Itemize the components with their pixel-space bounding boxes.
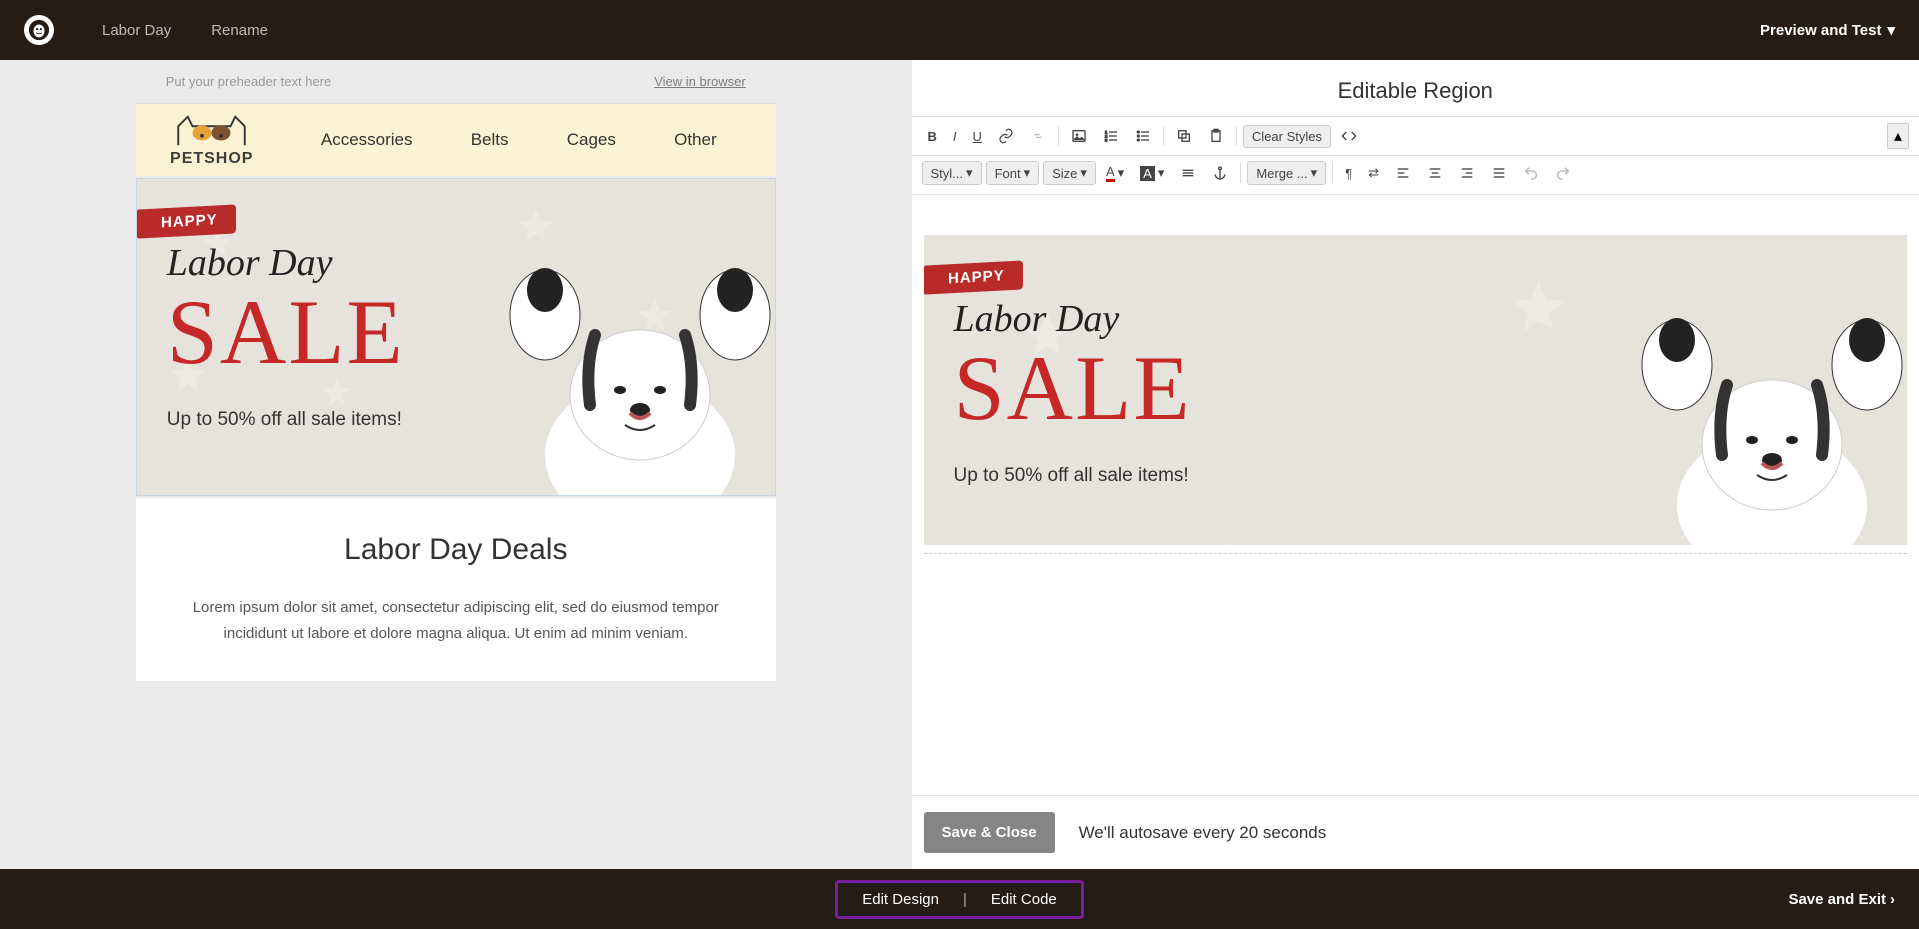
hr-icon[interactable]	[1174, 161, 1202, 185]
italic-button[interactable]: I	[947, 125, 963, 148]
bullet-list-icon[interactable]	[1129, 124, 1157, 148]
bg-color-icon[interactable]: A ▾	[1134, 161, 1170, 185]
redo-icon[interactable]	[1549, 161, 1577, 185]
hero-block-preview[interactable]: HAPPY Labor Day SALE Up to 50% off all s…	[136, 178, 776, 496]
main-split: Put your preheader text here View in bro…	[0, 60, 1919, 869]
align-justify-icon[interactable]	[1485, 161, 1513, 185]
save-and-close-button[interactable]: Save & Close	[924, 812, 1055, 853]
topbar: Labor Day Rename Preview and Test ▾	[0, 0, 1919, 60]
align-right-icon[interactable]	[1453, 161, 1481, 185]
image-icon[interactable]	[1065, 124, 1093, 148]
editable-region-title: Editable Region	[912, 60, 1919, 116]
nav-belts[interactable]: Belts	[471, 130, 509, 150]
nav-accessories[interactable]: Accessories	[321, 130, 413, 150]
toolbar-row-1: B I U 123 Clear Styles ▴	[912, 116, 1919, 156]
sale-text-editor: SALE	[954, 335, 1192, 441]
happy-badge: HAPPY	[137, 204, 236, 238]
editor-pane: Editable Region B I U 123 Clear Styles ▴…	[912, 60, 1919, 869]
link-icon[interactable]	[992, 124, 1020, 148]
size-dropdown[interactable]: Size ▾	[1043, 161, 1096, 185]
preview-label: Preview and Test	[1760, 22, 1881, 39]
toolbar-row-2: Styl... ▾ Font ▾ Size ▾ A ▾ A ▾ Merge ..…	[912, 156, 1919, 195]
hero-block-editor[interactable]: HAPPY Labor Day SALE Up to 50% off all s…	[924, 235, 1907, 545]
nav-cages[interactable]: Cages	[567, 130, 616, 150]
rtl-icon[interactable]: ⇄	[1362, 161, 1385, 185]
edit-design-button[interactable]: Edit Design	[862, 891, 939, 908]
edit-mode-group: Edit Design | Edit Code	[835, 880, 1084, 919]
bottombar: Edit Design | Edit Code Save and Exit ›	[0, 869, 1919, 929]
style-dropdown[interactable]: Styl... ▾	[922, 161, 982, 185]
chevron-right-icon: ›	[1890, 891, 1895, 908]
preheader-row: Put your preheader text here View in bro…	[136, 60, 776, 104]
dog-image	[455, 235, 776, 496]
campaign-name: Labor Day	[102, 22, 171, 39]
align-center-icon[interactable]	[1421, 161, 1449, 185]
font-dropdown[interactable]: Font ▾	[986, 161, 1040, 185]
save-row: Save & Close We'll autosave every 20 sec…	[912, 795, 1919, 869]
chevron-down-icon: ▾	[1887, 21, 1895, 39]
preheader-placeholder[interactable]: Put your preheader text here	[166, 74, 332, 89]
shop-nav: Accessories Belts Cages Other	[292, 130, 746, 150]
preview-and-test-dropdown[interactable]: Preview and Test ▾	[1760, 21, 1895, 39]
dog-image-editor	[1587, 285, 1907, 545]
shop-logo[interactable]: PETSHOP	[152, 112, 272, 168]
code-icon[interactable]	[1335, 124, 1363, 148]
unlink-icon[interactable]	[1024, 124, 1052, 148]
clear-styles-button[interactable]: Clear Styles	[1243, 125, 1331, 148]
deals-title: Labor Day Deals	[186, 533, 726, 567]
deals-section[interactable]: Labor Day Deals Lorem ipsum dolor sit am…	[136, 498, 776, 681]
dashed-divider	[924, 553, 1907, 554]
shop-name: PETSHOP	[152, 150, 272, 168]
bold-button[interactable]: B	[922, 125, 943, 148]
paste-icon[interactable]	[1202, 124, 1230, 148]
svg-text:3: 3	[1105, 137, 1108, 142]
ltr-icon[interactable]: ¶	[1339, 162, 1358, 185]
numbered-list-icon[interactable]: 123	[1097, 124, 1125, 148]
edit-code-button[interactable]: Edit Code	[991, 891, 1057, 908]
divider: |	[963, 891, 967, 908]
discount-text-editor: Up to 50% off all sale items!	[954, 465, 1189, 487]
happy-badge-editor: HAPPY	[924, 260, 1023, 294]
view-in-browser-link[interactable]: View in browser	[654, 74, 746, 89]
editor-canvas[interactable]: HAPPY Labor Day SALE Up to 50% off all s…	[912, 195, 1919, 795]
save-and-exit-button[interactable]: Save and Exit ›	[1788, 891, 1895, 908]
copy-icon[interactable]	[1170, 124, 1198, 148]
sale-text: SALE	[167, 279, 405, 385]
deals-body: Lorem ipsum dolor sit amet, consectetur …	[186, 595, 726, 646]
nav-other[interactable]: Other	[674, 130, 717, 150]
merge-tags-dropdown[interactable]: Merge ... ▾	[1247, 161, 1326, 185]
align-left-icon[interactable]	[1389, 161, 1417, 185]
shop-header: PETSHOP Accessories Belts Cages Other	[136, 104, 776, 176]
text-color-icon[interactable]: A ▾	[1100, 160, 1130, 186]
rename-link[interactable]: Rename	[211, 22, 268, 39]
save-exit-label: Save and Exit	[1788, 891, 1886, 908]
underline-button[interactable]: U	[967, 125, 988, 148]
mailchimp-logo[interactable]	[24, 15, 54, 45]
email-preview-pane[interactable]: Put your preheader text here View in bro…	[0, 60, 912, 869]
spacer-block	[136, 681, 776, 721]
undo-icon[interactable]	[1517, 161, 1545, 185]
discount-text: Up to 50% off all sale items!	[167, 409, 402, 431]
collapse-toolbar-icon[interactable]: ▴	[1887, 123, 1909, 149]
autosave-label: We'll autosave every 20 seconds	[1079, 823, 1327, 843]
anchor-icon[interactable]	[1206, 161, 1234, 185]
